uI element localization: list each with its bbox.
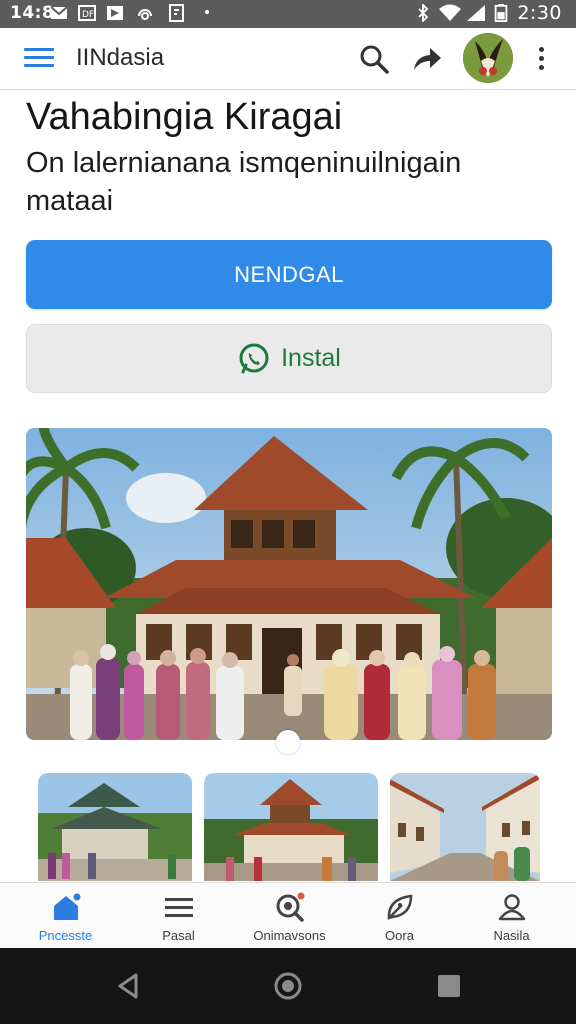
bluetooth-icon <box>418 4 429 22</box>
install-button-label: Instal <box>281 344 341 372</box>
whatsapp-icon <box>239 343 269 373</box>
headset-icon <box>138 9 152 20</box>
home-icon <box>53 893 80 920</box>
app-title: IINdasia <box>76 44 165 71</box>
nav-item-oora[interactable]: Oora <box>342 883 457 949</box>
recents-icon[interactable] <box>431 968 467 1004</box>
list-icon <box>164 898 193 917</box>
thumbnail-strip <box>38 773 540 881</box>
status-bar: 14:8 DF 2:30 <box>0 0 576 28</box>
thumbnail-2[interactable] <box>204 773 378 881</box>
nav-item-onimavsons[interactable]: Onimavsons <box>232 883 347 949</box>
svg-text:DF: DF <box>82 10 94 20</box>
nav-label: Onimavsons <box>253 928 326 943</box>
nav-item-pasal[interactable]: Pasal <box>121 883 236 949</box>
page-headline: Vahabingia Kiragai <box>26 96 343 138</box>
person-icon <box>498 894 525 921</box>
nav-label: Oora <box>385 928 414 943</box>
search-icon <box>276 892 304 922</box>
signal-icon <box>467 5 485 21</box>
hero-image <box>26 428 552 740</box>
status-left-time: 14:8 <box>10 3 55 23</box>
wifi-icon <box>439 4 461 21</box>
nav-label: Pncesste <box>38 928 93 943</box>
search-icon[interactable] <box>357 42 391 76</box>
more-vert-icon[interactable] <box>530 45 552 73</box>
play-icon <box>107 6 123 20</box>
install-button[interactable]: Instal <box>26 324 552 393</box>
nav-item-nasila[interactable]: Nasila <box>454 883 569 949</box>
carousel-indicator[interactable] <box>276 730 300 754</box>
back-icon[interactable] <box>110 968 146 1004</box>
home-button-icon[interactable] <box>270 968 306 1004</box>
thumbnail-3[interactable] <box>390 773 540 881</box>
page-subtitle: On lalernianana ismqeninuilnigain mataai <box>26 147 462 217</box>
thumbnail-1[interactable] <box>38 773 192 881</box>
image-icon: DF <box>78 5 96 21</box>
nav-label: Pasal <box>162 928 195 943</box>
share-icon[interactable] <box>410 42 444 76</box>
menu-icon[interactable] <box>24 48 54 70</box>
dot-icon <box>205 10 209 14</box>
primary-button[interactable]: NENDGAL <box>26 240 552 309</box>
avatar[interactable] <box>463 33 513 83</box>
system-navigation <box>0 948 576 1024</box>
file-icon <box>169 4 184 22</box>
nav-item-home[interactable]: Pncesste <box>8 883 123 949</box>
leaf-icon <box>387 894 412 920</box>
mail-icon <box>50 6 68 19</box>
app-bar: IINdasia <box>0 28 576 90</box>
bottom-navigation: Pncesste Pasal Onimavsons Oora Nasila <box>0 882 576 948</box>
status-time: 2:30 <box>517 2 562 24</box>
battery-icon <box>494 4 508 22</box>
nav-label: Nasila <box>493 928 530 943</box>
